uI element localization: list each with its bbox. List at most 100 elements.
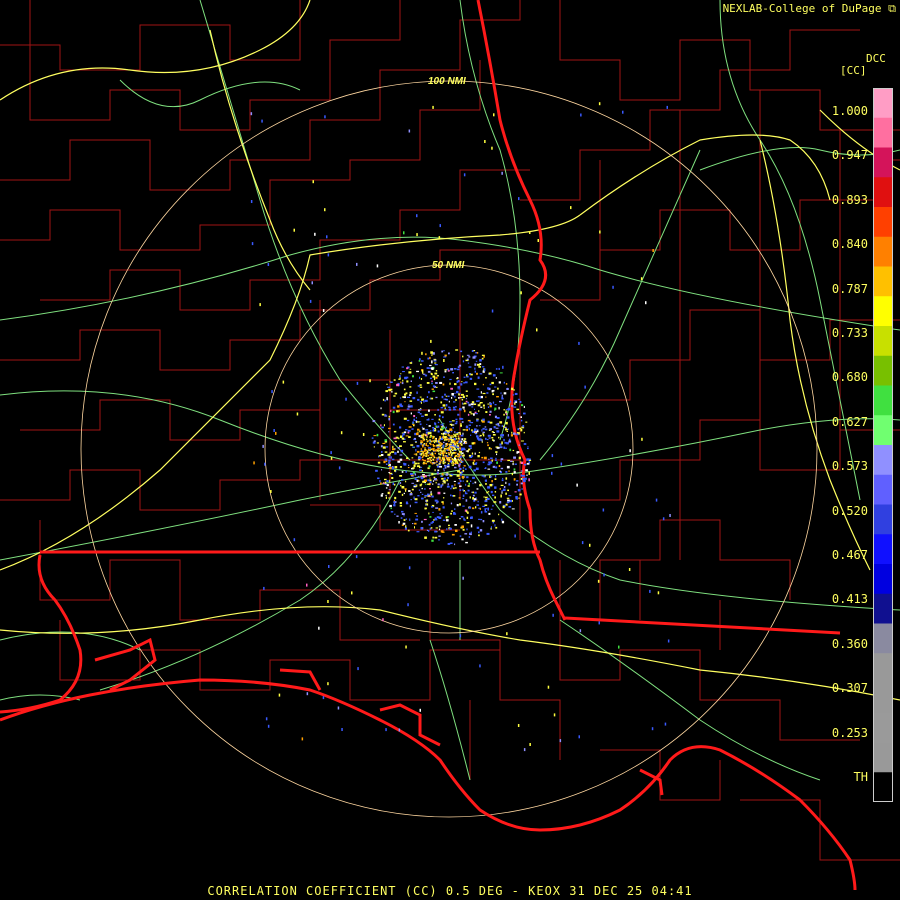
echo-pixel xyxy=(337,706,340,710)
credit-text[interactable]: NEXLAB-College of DuPage ⧉ xyxy=(723,2,896,16)
echo-pixel xyxy=(501,425,503,427)
echo-pixel xyxy=(398,378,401,380)
echo-pixel xyxy=(425,429,429,431)
echo-pixel xyxy=(405,489,407,492)
echo-pixel xyxy=(537,239,539,242)
echo-pixel xyxy=(520,419,523,422)
echo-pixel xyxy=(401,479,404,481)
echo-pixel xyxy=(496,430,500,433)
echo-pixel xyxy=(507,416,510,419)
echo-pixel xyxy=(547,685,550,689)
echo-pixel xyxy=(425,442,428,445)
echo-pixel xyxy=(499,470,501,472)
echo-pixel xyxy=(439,525,441,528)
echo-pixel xyxy=(408,436,411,438)
echo-pixel xyxy=(433,440,435,442)
echo-pixel xyxy=(384,458,388,461)
echo-pixel xyxy=(516,483,518,486)
echo-pixel xyxy=(426,450,429,452)
echo-pixel xyxy=(486,491,489,494)
legend-swatch xyxy=(873,117,893,148)
echo-pixel xyxy=(486,532,490,535)
echo-pixel xyxy=(450,487,452,490)
echo-pixel xyxy=(490,508,493,510)
echo-pixel xyxy=(479,529,483,532)
echo-pixel xyxy=(494,404,497,406)
echo-pixel xyxy=(462,429,466,431)
echo-pixel xyxy=(421,456,424,459)
echo-pixel xyxy=(494,407,497,410)
echo-pixel xyxy=(432,105,434,109)
echo-pixel xyxy=(250,112,253,116)
echo-pixel xyxy=(503,486,506,488)
echo-pixel xyxy=(570,206,572,210)
echo-pixel xyxy=(449,450,452,452)
echo-pixel xyxy=(444,354,447,357)
echo-pixel xyxy=(445,429,448,432)
echo-pixel xyxy=(445,433,447,435)
echo-pixel xyxy=(472,356,476,359)
echo-pixel xyxy=(437,440,440,442)
echo-pixel xyxy=(528,459,532,461)
echo-pixel xyxy=(481,366,485,368)
echo-pixel xyxy=(494,496,496,499)
echo-pixel xyxy=(523,748,526,752)
echo-pixel xyxy=(514,534,516,538)
echo-pixel xyxy=(443,359,445,362)
echo-pixel xyxy=(453,433,455,436)
echo-pixel xyxy=(498,406,500,410)
echo-pixel xyxy=(453,462,455,465)
echo-pixel xyxy=(401,513,405,515)
echo-pixel xyxy=(468,427,470,431)
legend-label: TH xyxy=(853,770,868,784)
echo-pixel xyxy=(491,480,493,483)
echo-pixel xyxy=(505,447,507,449)
echo-pixel xyxy=(426,382,430,384)
echo-pixel xyxy=(492,494,495,496)
echo-pixel xyxy=(491,381,494,385)
echo-pixel xyxy=(484,504,488,506)
echo-pixel xyxy=(393,483,396,486)
echo-pixel xyxy=(427,418,430,420)
echo-pixel xyxy=(437,486,440,488)
echo-pixel xyxy=(401,471,404,473)
echo-pixel xyxy=(443,356,447,358)
echo-pixel xyxy=(474,491,477,494)
echo-pixel xyxy=(434,530,437,533)
echo-pixel xyxy=(436,457,438,459)
echo-pixel xyxy=(341,728,343,731)
echo-pixel xyxy=(470,480,472,482)
echo-pixel xyxy=(423,460,425,462)
echo-pixel xyxy=(427,440,429,442)
echo-pixel xyxy=(438,438,440,440)
echo-pixel xyxy=(467,419,471,422)
echo-pixel xyxy=(490,490,493,494)
echo-pixel xyxy=(476,435,479,437)
echo-pixel xyxy=(424,494,428,497)
echo-pixel xyxy=(387,386,391,388)
echo-pixel xyxy=(451,458,454,460)
echo-pixel xyxy=(513,389,515,391)
echo-pixel xyxy=(510,460,513,462)
echo-pixel xyxy=(465,426,469,429)
echo-pixel xyxy=(432,437,434,440)
echo-pixel xyxy=(462,448,465,450)
echo-pixel xyxy=(403,515,405,517)
echo-pixel xyxy=(428,391,430,394)
echo-pixel xyxy=(437,491,441,495)
echo-pixel xyxy=(487,403,489,405)
echo-pixel xyxy=(442,452,445,454)
echo-pixel xyxy=(282,380,285,384)
echo-pixel xyxy=(425,452,427,455)
echo-pixel xyxy=(472,494,475,497)
echo-pixel xyxy=(425,450,427,452)
echo-pixel xyxy=(597,579,600,583)
echo-pixel xyxy=(667,639,670,643)
echo-pixel xyxy=(483,496,485,498)
echo-pixel xyxy=(401,437,405,440)
echo-pixel xyxy=(468,356,471,358)
echo-pixel xyxy=(664,722,667,726)
echo-pixel xyxy=(461,452,464,454)
echo-pixel xyxy=(499,400,502,403)
echo-pixel xyxy=(454,483,456,487)
